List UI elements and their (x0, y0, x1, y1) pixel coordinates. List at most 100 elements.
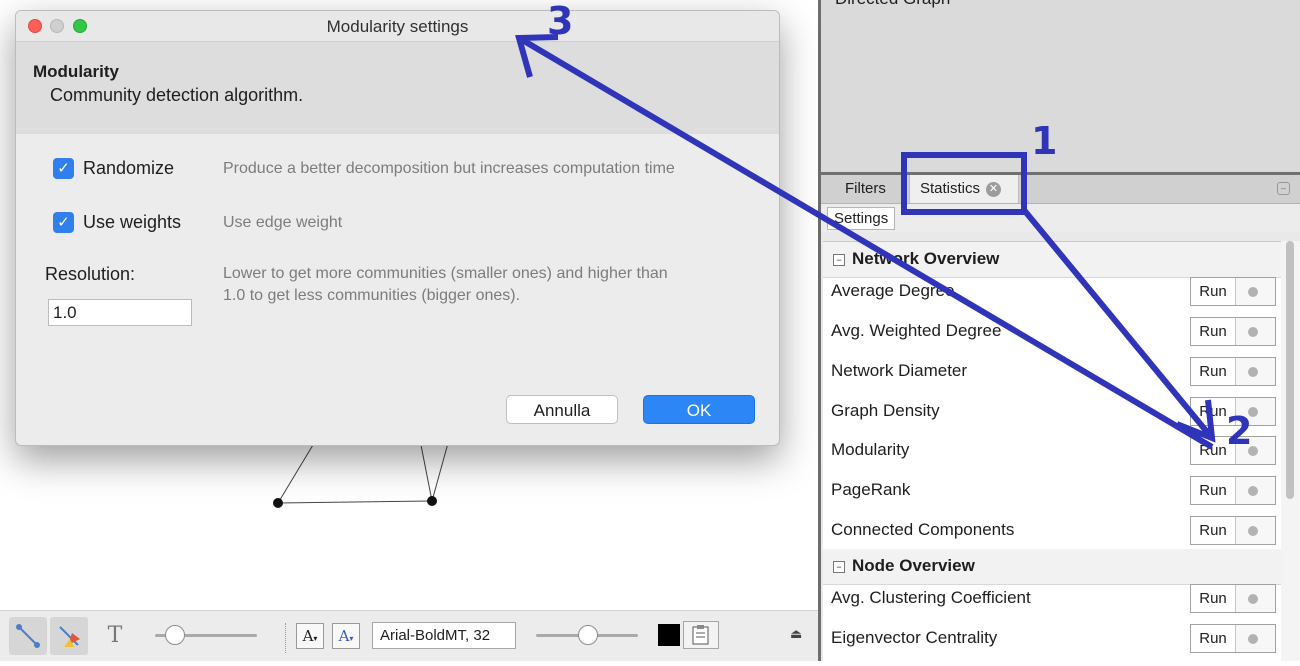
status-dot-icon (1248, 526, 1258, 536)
stat-label: Graph Density (831, 401, 940, 420)
use-weights-help-text: Use edge weight (223, 214, 343, 231)
statistics-scrollbar[interactable] (1281, 241, 1300, 661)
run-button[interactable]: Run (1190, 357, 1276, 386)
stat-label: Avg. Clustering Coefficient (831, 588, 1031, 607)
status-dot-icon (1248, 446, 1258, 456)
resolution-label: Resolution: (45, 264, 136, 284)
edge-tool-button[interactable] (9, 617, 47, 655)
settings-bar: Settings (821, 204, 1300, 232)
run-label: Run (1191, 358, 1236, 385)
modularity-run-button[interactable]: Run (1190, 436, 1276, 465)
status-dot-icon (1248, 287, 1258, 297)
use-weights-label[interactable]: Use weights (83, 212, 181, 233)
ok-button[interactable]: OK (643, 395, 755, 424)
randomize-help-text: Produce a better decomposition but incre… (223, 160, 675, 177)
font-size-decrease-button[interactable]: A▾ (296, 623, 324, 649)
tab-statistics[interactable]: Statistics ✕ (909, 175, 1019, 203)
eject-icon[interactable]: ⏏ (790, 626, 802, 642)
collapse-icon[interactable]: − (833, 561, 845, 573)
color-edges-button[interactable] (50, 617, 88, 655)
stat-row-avg-weighted-degree: Avg. Weighted Degree Run (823, 312, 1281, 352)
algorithm-heading: Modularity (33, 62, 119, 81)
stat-row-modularity: Modularity Run (823, 431, 1281, 471)
run-button[interactable]: Run (1190, 516, 1276, 545)
tab-filters[interactable]: Filters (845, 175, 886, 203)
stat-label: Modularity (831, 440, 910, 459)
status-dot-icon (1248, 367, 1258, 377)
font-selector[interactable]: Arial-BoldMT, 32 (372, 622, 516, 649)
stat-label: Connected Components (831, 520, 1015, 539)
stat-row-average-degree: Average Degree Run (823, 272, 1281, 312)
stat-row-graph-density: Graph Density Run (823, 392, 1281, 432)
use-weights-checkbox[interactable]: ✓ (53, 212, 74, 233)
graph-type-label: Directed Graph (835, 0, 950, 9)
randomize-label[interactable]: Randomize (83, 158, 174, 179)
run-label: Run (1191, 585, 1236, 612)
dialog-title: Modularity settings (326, 17, 469, 36)
status-dot-icon (1248, 407, 1258, 417)
graph-node (273, 498, 283, 508)
run-label: Run (1191, 437, 1236, 464)
status-dot-icon (1248, 594, 1258, 604)
run-button[interactable]: Run (1190, 317, 1276, 346)
status-dot-icon (1248, 634, 1258, 644)
run-label: Run (1191, 278, 1236, 305)
toolbar-divider (285, 623, 286, 653)
run-label: Run (1191, 517, 1236, 544)
graph-edge (277, 500, 433, 504)
font-decrease-glyph: A (302, 627, 314, 645)
close-tab-icon[interactable]: ✕ (986, 182, 1002, 197)
stat-label: Average Degree (831, 281, 955, 300)
run-label: Run (1191, 398, 1236, 425)
run-button[interactable]: Run (1190, 476, 1276, 505)
randomize-checkbox[interactable]: ✓ (53, 158, 74, 179)
dialog-header: Modularity Community detection algorithm… (16, 42, 779, 134)
run-label: Run (1191, 477, 1236, 504)
stat-row-network-diameter: Network Diameter Run (823, 352, 1281, 392)
section-title: Node Overview (852, 556, 975, 575)
edge-tool-icon (16, 624, 40, 648)
stat-label: Eigenvector Centrality (831, 628, 998, 647)
resolution-input[interactable]: 1.0 (48, 299, 192, 326)
graph-edge (419, 439, 433, 502)
settings-button[interactable]: Settings (827, 207, 896, 230)
run-button[interactable]: Run (1190, 397, 1276, 426)
font-size-increase-button[interactable]: A▾ (332, 623, 360, 649)
run-label: Run (1191, 625, 1236, 652)
run-button[interactable]: Run (1190, 584, 1276, 613)
scrollbar-thumb[interactable] (1286, 241, 1294, 499)
stat-row-pagerank: PageRank Run (823, 471, 1281, 511)
tab-strip: Filters Statistics ✕ – (821, 175, 1300, 204)
dialog-titlebar[interactable]: Modularity settings (16, 11, 779, 42)
bottom-toolbar: T A▾ A▾ Arial-BoldMT, 32 ⏏ (0, 610, 818, 661)
font-increase-glyph: A (338, 627, 350, 645)
minimize-icon[interactable]: – (1277, 182, 1290, 195)
stat-label: Avg. Weighted Degree (831, 321, 1002, 340)
label-color-swatch[interactable] (658, 624, 680, 646)
cancel-button[interactable]: Annulla (506, 395, 618, 424)
stat-label: Network Diameter (831, 361, 968, 380)
status-dot-icon (1248, 327, 1258, 337)
text-icon[interactable]: T (96, 617, 134, 655)
section-title: Network Overview (852, 249, 1000, 268)
graph-node (427, 496, 437, 506)
algorithm-description: Community detection algorithm. (50, 85, 304, 105)
statistics-list: − Network Overview Average Degree Run Av… (823, 241, 1281, 662)
stat-row-connected-components: Connected Components Run (823, 511, 1281, 551)
status-dot-icon (1248, 486, 1258, 496)
label-size-slider[interactable] (578, 625, 598, 645)
screenshot-icon (692, 625, 709, 645)
resolution-help-line-1: Lower to get more communities (smaller o… (223, 265, 668, 282)
context-panel: Directed Graph (821, 0, 1300, 172)
node-size-slider[interactable] (165, 625, 185, 645)
run-button[interactable]: Run (1190, 624, 1276, 653)
color-edges-icon (59, 626, 80, 647)
resolution-help-line-2: 1.0 to get less communities (bigger ones… (223, 287, 521, 304)
right-panel: Directed Graph Filters Statistics ✕ – Set… (818, 0, 1300, 662)
stat-row-eigenvector-centrality: Eigenvector Centrality Run (823, 619, 1281, 659)
run-label: Run (1191, 318, 1236, 345)
screenshot-button[interactable] (683, 621, 719, 649)
collapse-icon[interactable]: − (833, 254, 845, 266)
run-button[interactable]: Run (1190, 277, 1276, 306)
stat-label: PageRank (831, 480, 911, 499)
